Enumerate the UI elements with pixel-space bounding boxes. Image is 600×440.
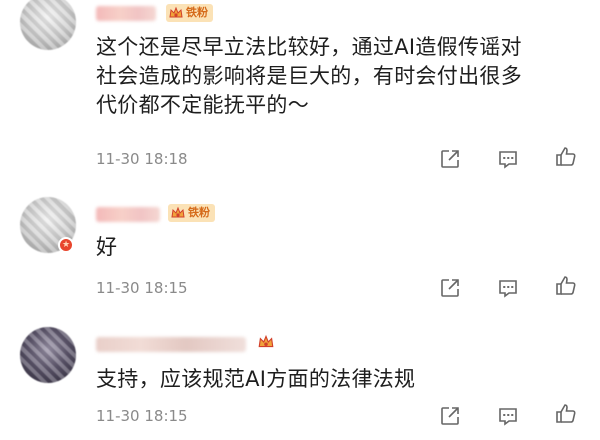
crown-icon	[169, 6, 183, 18]
share-button[interactable]	[438, 147, 462, 171]
comment-text-line: 社会造成的影响将是巨大的，有时会付出很多	[96, 64, 522, 88]
verified-badge	[58, 237, 74, 253]
fan-badge-label: 铁粉	[188, 206, 210, 219]
username-blurred[interactable]	[96, 6, 156, 21]
comment-text-line: 好	[96, 235, 118, 259]
reply-button[interactable]	[496, 147, 520, 171]
comment-text: 支持，应该规范AI方面的法律法规	[96, 365, 415, 394]
username-blurred[interactable]	[96, 207, 160, 222]
comment-item: 铁粉 好 11-30 18:15	[0, 195, 600, 315]
share-button[interactable]	[438, 276, 462, 300]
avatar[interactable]	[20, 327, 76, 383]
comment-icon	[499, 280, 517, 298]
fan-badge: 铁粉	[166, 4, 213, 22]
share-button[interactable]	[438, 404, 462, 428]
comment-item: 支持，应该规范AI方面的法律法规 11-30 18:15	[0, 325, 600, 440]
share-icon	[441, 279, 459, 297]
comment-text: 好	[96, 233, 117, 262]
comment-icon	[499, 408, 517, 426]
username-blurred[interactable]	[96, 337, 246, 352]
like-button[interactable]	[554, 145, 578, 169]
like-icon	[556, 276, 576, 295]
share-icon	[441, 407, 459, 425]
comment-time: 11-30 18:15	[96, 279, 188, 297]
comment-item: 铁粉 这个还是尽早立法比较好，通过AI造假传谣对 社会造成的影响将是巨大的，有时…	[0, 0, 600, 180]
comment-text: 这个还是尽早立法比较好，通过AI造假传谣对 社会造成的影响将是巨大的，有时会付出…	[96, 33, 522, 120]
reply-button[interactable]	[496, 276, 520, 300]
reply-button[interactable]	[496, 404, 520, 428]
crown-icon	[258, 334, 274, 348]
like-icon	[556, 404, 576, 423]
like-icon	[556, 147, 576, 166]
comment-icon	[499, 151, 517, 169]
comment-text-line: 代价都不定能抚平的～	[96, 93, 309, 117]
fan-badge: 铁粉	[168, 204, 215, 222]
comment-text-line: 这个还是尽早立法比较好，通过AI造假传谣对	[96, 35, 522, 59]
comment-time: 11-30 18:15	[96, 407, 188, 425]
avatar[interactable]	[20, 0, 76, 50]
comment-time: 11-30 18:18	[96, 150, 188, 168]
crown-icon	[171, 206, 185, 218]
share-icon	[441, 150, 459, 168]
comment-text-line: 支持，应该规范AI方面的法律法规	[96, 367, 416, 391]
like-button[interactable]	[554, 402, 578, 426]
fan-badge-label: 铁粉	[186, 6, 208, 19]
like-button[interactable]	[554, 274, 578, 298]
